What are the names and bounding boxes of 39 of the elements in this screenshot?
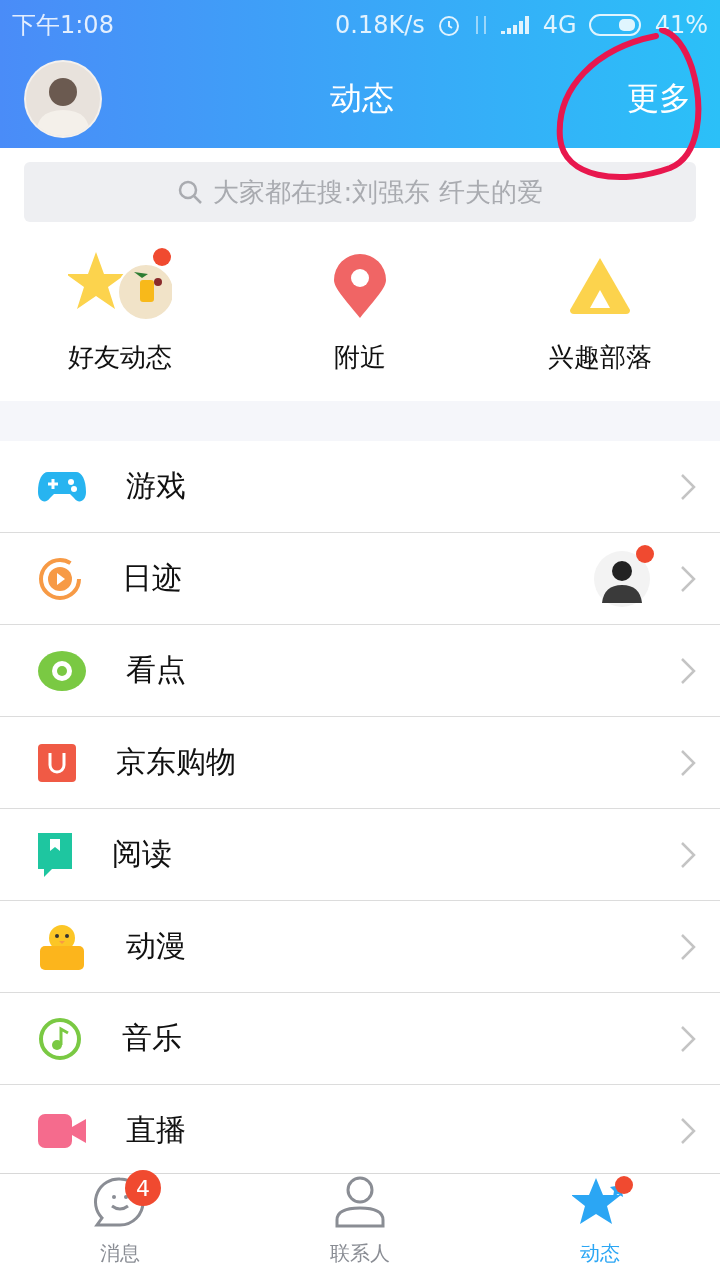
star-with-food-icon [68,250,172,322]
play-circle-icon [38,556,82,601]
alarm-clock-icon [436,13,461,37]
network-speed: 0.18K/s [335,11,425,39]
shopping-bag-icon [38,743,76,782]
status-time: 下午1:08 [12,10,114,41]
chevron-right-icon [680,1024,696,1053]
music-note-icon [38,1016,82,1061]
person-icon [334,1176,386,1228]
chevron-right-icon [680,932,696,961]
tent-icon [568,256,632,316]
search-placeholder: 大家都在搜:刘强东 纤夫的爱 [213,175,543,209]
chevron-right-icon [680,1116,696,1145]
shortcut-item[interactable]: 好友动态 [0,246,240,375]
battery-icon [588,13,643,37]
book-icon [38,832,72,877]
video-camera-icon [38,1113,86,1148]
eye-icon [38,650,86,691]
gamepad-icon [38,469,86,504]
chevron-right-icon [680,840,696,869]
menu-row[interactable]: 动漫 [0,901,720,993]
unread-count: 4 [125,1170,161,1206]
menu-row[interactable]: 看点 [0,625,720,717]
location-pin-icon [334,254,386,318]
chevron-right-icon [680,656,696,685]
search-icon [177,179,204,205]
menu-row[interactable]: 日迹 [0,533,720,625]
page-title: 动态 [329,78,395,119]
menu-row[interactable]: 音乐 [0,993,720,1085]
network-type: 4G [542,11,577,39]
chevron-right-icon [680,564,696,593]
shortcut-item[interactable]: 附近 [240,246,480,375]
chevron-right-icon [680,748,696,777]
signal-icon [500,14,531,36]
menu-row[interactable]: 京东购物 [0,717,720,809]
chevron-right-icon [680,472,696,501]
menu-row[interactable]: 游戏 [0,441,720,533]
menu-row[interactable]: 阅读 [0,809,720,901]
shortcut-item[interactable]: 兴趣部落 [480,246,720,375]
